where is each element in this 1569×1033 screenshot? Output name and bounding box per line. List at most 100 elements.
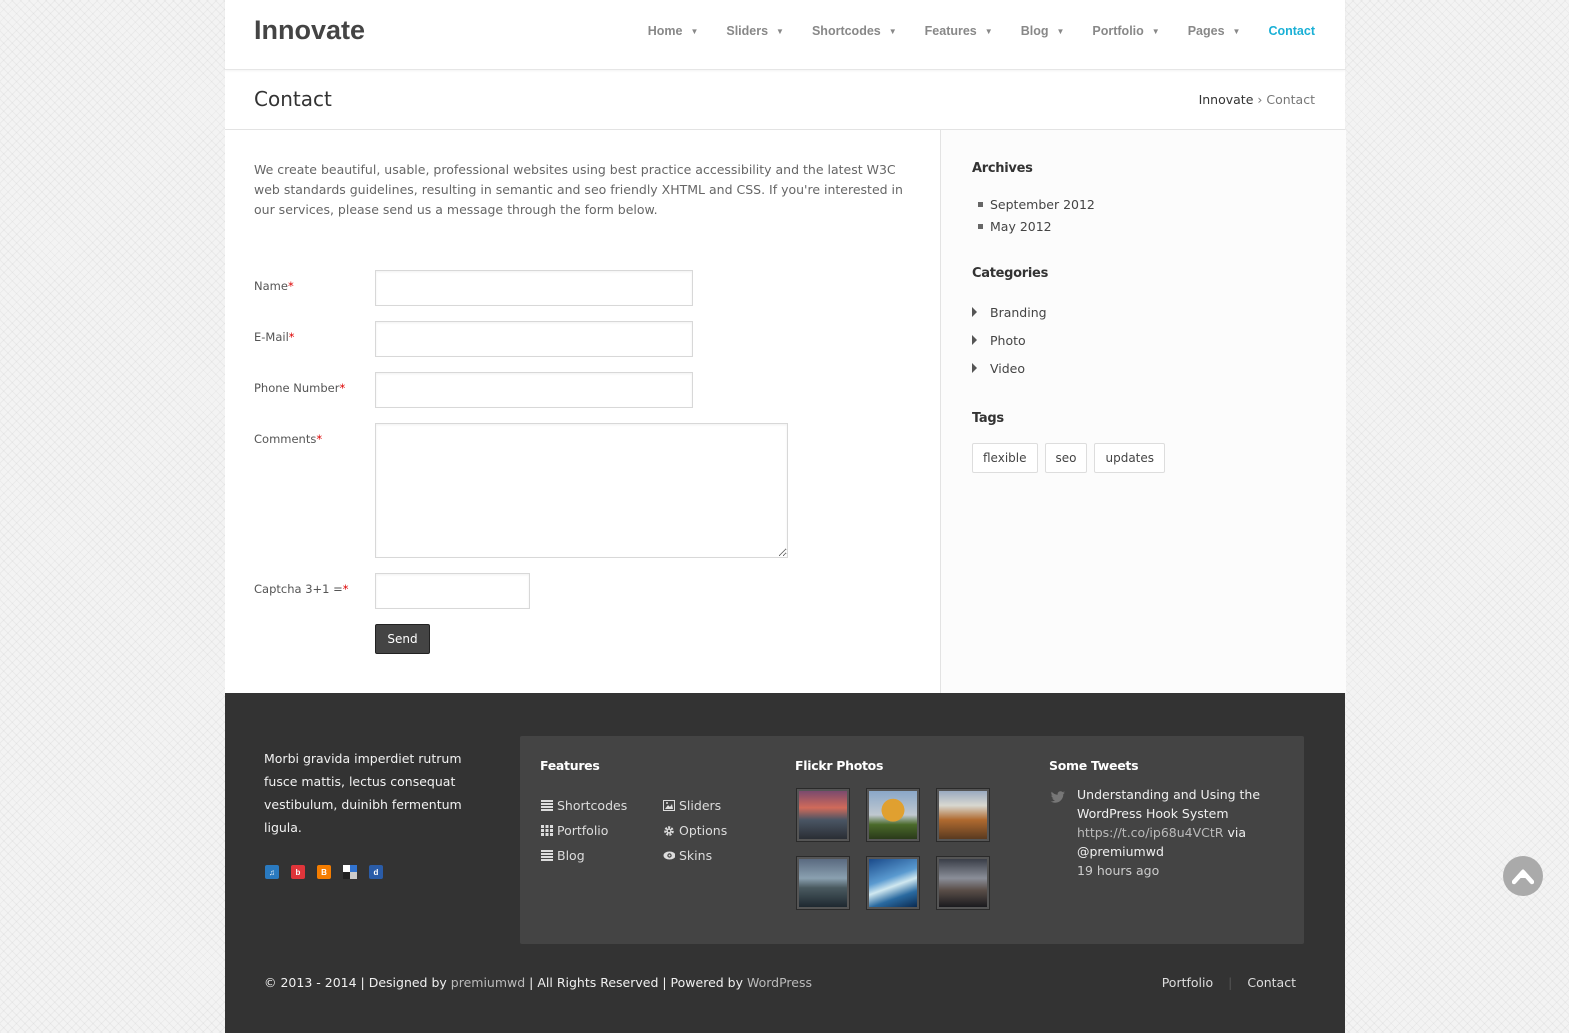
tag-flexible[interactable]: flexible xyxy=(972,443,1038,473)
sidebar: Archives September 2012 May 2012 Categor… xyxy=(940,130,1346,693)
categories-title: Categories xyxy=(972,266,1049,281)
comments-textarea[interactable] xyxy=(375,423,788,558)
nav-label: Sliders xyxy=(726,24,769,38)
category-link: Video xyxy=(990,360,1026,376)
nav-pages[interactable]: Pages ▼ xyxy=(1188,24,1241,38)
required-mark: * xyxy=(342,582,349,596)
twitter-bird-icon xyxy=(1050,788,1066,807)
site-footer: Morbi gravida imperdiet rutrum fusce mat… xyxy=(225,693,1345,1033)
tweet-link[interactable]: https://t.co/ip68u4VCtR xyxy=(1077,825,1223,840)
digg-icon[interactable]: d xyxy=(369,865,383,879)
copyright: © 2013 - 2014 | Designed by premiumwd | … xyxy=(264,975,812,990)
delicious-icon[interactable] xyxy=(343,865,357,879)
feature-label: Skins xyxy=(679,848,713,863)
designer-link[interactable]: premiumwd xyxy=(451,975,525,990)
feature-label: Shortcodes xyxy=(557,798,628,813)
nav-label: Portfolio xyxy=(1092,24,1144,38)
tweet-time[interactable]: 19 hours ago xyxy=(1077,863,1159,878)
feature-link-shortcodes[interactable]: Shortcodes xyxy=(541,798,627,813)
social-icons: ♫ b B d xyxy=(265,865,395,879)
chevron-down-icon: ▼ xyxy=(1151,26,1160,36)
chevron-up-icon xyxy=(1512,869,1534,885)
caret-right-icon xyxy=(972,363,977,373)
nav-label: Pages xyxy=(1187,24,1225,38)
category-link: Photo xyxy=(990,332,1026,348)
chevron-down-icon: ▼ xyxy=(1056,26,1065,36)
archives-list: September 2012 May 2012 xyxy=(978,193,1095,237)
category-item[interactable]: Photo xyxy=(972,326,1047,354)
name-input[interactable] xyxy=(375,270,693,306)
feature-link-options[interactable]: Options xyxy=(663,823,727,838)
label-text: Phone Number xyxy=(254,381,340,395)
nav-label: Contact xyxy=(1268,24,1315,38)
footer-nav-contact[interactable]: Contact xyxy=(1247,975,1296,990)
list-icon xyxy=(541,800,553,811)
tweet: Understanding and Using the WordPress Ho… xyxy=(1077,785,1282,880)
archives-title: Archives xyxy=(972,161,1033,176)
flickr-photo[interactable] xyxy=(867,857,919,909)
label-text: Name xyxy=(254,279,288,293)
feature-label: Options xyxy=(679,823,728,838)
eye-icon xyxy=(663,850,675,861)
flickr-photo[interactable] xyxy=(937,857,989,909)
captcha-label: Captcha 3+1 =* xyxy=(254,582,349,596)
email-input[interactable] xyxy=(375,321,693,357)
title-bar: Contact Innovate › Contact xyxy=(225,70,1345,130)
breadcrumb: Innovate › Contact xyxy=(1199,92,1315,107)
nav-shortcodes[interactable]: Shortcodes ▼ xyxy=(812,24,897,38)
required-mark: * xyxy=(339,381,346,395)
breadcrumb-current: Contact xyxy=(1266,92,1315,107)
blogger-icon[interactable]: B xyxy=(317,865,331,879)
send-button[interactable]: Send xyxy=(375,624,430,654)
feature-link-portfolio[interactable]: Portfolio xyxy=(541,823,608,838)
site-logo[interactable]: Innovate xyxy=(254,15,365,46)
site-header: Innovate Home ▼ Sliders ▼ Shortcodes ▼ Feat… xyxy=(225,0,1345,70)
archive-item[interactable]: September 2012 xyxy=(978,193,1095,215)
categories-list: Branding Photo Video xyxy=(972,298,1047,382)
tag-seo[interactable]: seo xyxy=(1044,443,1088,473)
flickr-photo[interactable] xyxy=(797,857,849,909)
nav-blog[interactable]: Blog ▼ xyxy=(1021,24,1065,38)
required-mark: * xyxy=(316,432,323,446)
phone-label: Phone Number* xyxy=(254,381,345,395)
copyright-text: © 2013 - 2014 | Designed by xyxy=(264,975,451,990)
archive-item[interactable]: May 2012 xyxy=(978,215,1095,237)
breadcrumb-home-link[interactable]: Innovate xyxy=(1199,92,1254,107)
nav-label: Features xyxy=(924,24,977,38)
phone-input[interactable] xyxy=(375,372,693,408)
chevron-down-icon: ▼ xyxy=(888,26,897,36)
nav-home[interactable]: Home ▼ xyxy=(648,24,699,38)
nav-label: Shortcodes xyxy=(811,24,881,38)
list-icon xyxy=(541,850,553,861)
scroll-to-top-button[interactable] xyxy=(1503,856,1543,896)
category-item[interactable]: Video xyxy=(972,354,1047,382)
tweets-title: Some Tweets xyxy=(1049,758,1139,773)
tweet-text: Understanding and Using the WordPress Ho… xyxy=(1077,787,1261,821)
category-item[interactable]: Branding xyxy=(972,298,1047,326)
feature-link-skins[interactable]: Skins xyxy=(663,848,712,863)
name-label: Name* xyxy=(254,279,294,293)
nav-label: Home xyxy=(647,24,683,38)
feature-link-sliders[interactable]: Sliders xyxy=(663,798,721,813)
footer-about-text: Morbi gravida imperdiet rutrum fusce mat… xyxy=(264,751,462,835)
footer-nav-portfolio[interactable]: Portfolio xyxy=(1162,975,1213,990)
wordpress-link[interactable]: WordPress xyxy=(747,975,812,990)
page-wrapper: Innovate Home ▼ Sliders ▼ Shortcodes ▼ Feat… xyxy=(225,0,1346,1033)
feature-label: Portfolio xyxy=(557,823,609,838)
comments-label: Comments* xyxy=(254,432,322,446)
feature-link-blog[interactable]: Blog xyxy=(541,848,585,863)
nav-portfolio[interactable]: Portfolio ▼ xyxy=(1092,24,1159,38)
tag-updates[interactable]: updates xyxy=(1094,443,1166,473)
captcha-input[interactable] xyxy=(375,573,530,609)
delicious-shape xyxy=(343,865,357,879)
nav-sliders[interactable]: Sliders ▼ xyxy=(726,24,784,38)
flickr-photo[interactable] xyxy=(937,789,989,841)
flickr-photo[interactable] xyxy=(797,789,849,841)
flickr-photo[interactable] xyxy=(867,789,919,841)
nav-contact[interactable]: Contact xyxy=(1268,24,1315,38)
breadcrumb-separator: › xyxy=(1257,92,1263,107)
lastfm-icon[interactable]: ♫ xyxy=(265,865,279,879)
feature-label: Blog xyxy=(557,848,585,863)
nav-features[interactable]: Features ▼ xyxy=(925,24,993,38)
bebo-icon[interactable]: b xyxy=(291,865,305,879)
